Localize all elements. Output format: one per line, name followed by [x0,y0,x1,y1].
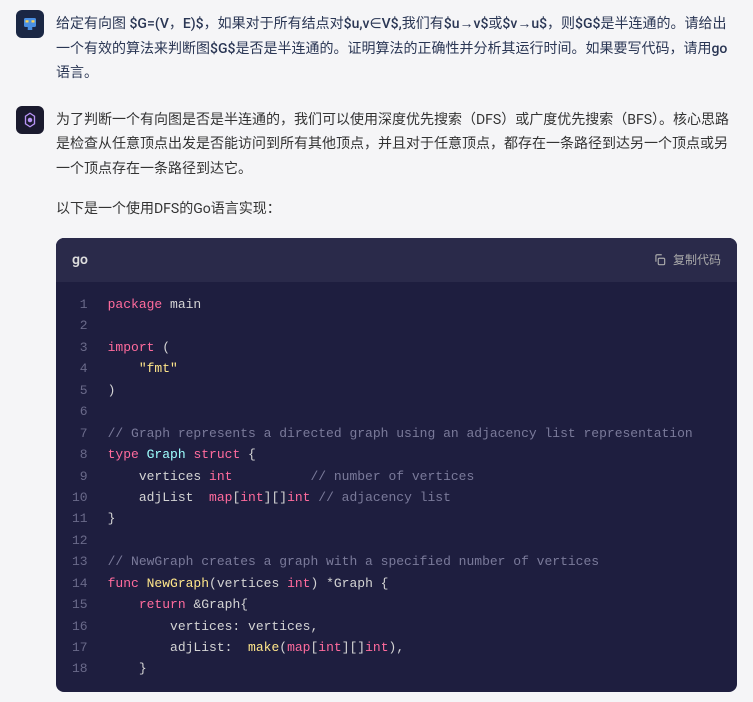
line-number: 17 [72,637,100,658]
line-number: 16 [72,616,100,637]
copy-icon [653,253,667,267]
code-line: vertices: vertices, [108,616,721,637]
user-message-row: 给定有向图 $G=(V，E)$，如果对于所有结点对$u,v∈V$,我们有$u→v… [0,0,753,96]
user-avatar-icon [21,15,39,33]
line-number: 9 [72,466,100,487]
code-line: adjList: make(map[int][]int), [108,637,721,658]
code-line: import ( [108,337,721,358]
line-number: 2 [72,315,100,336]
code-line: // Graph represents a directed graph usi… [108,423,721,444]
user-avatar [16,10,44,38]
code-line [108,401,721,422]
user-message-text: 给定有向图 $G=(V，E)$，如果对于所有结点对$u,v∈V$,我们有$u→v… [56,10,737,86]
line-number: 13 [72,551,100,572]
code-line: func NewGraph(vertices int) *Graph { [108,573,721,594]
code-body: 123456789101112131415161718 package main… [56,282,737,692]
code-content[interactable]: package main import ( "fmt") // Graph re… [100,282,737,692]
line-number: 15 [72,594,100,615]
code-line: "fmt" [108,358,721,379]
code-line: adjList map[int][]int // adjacency list [108,487,721,508]
code-line: type Graph struct { [108,444,721,465]
line-number: 6 [72,401,100,422]
ai-message-row: 为了判断一个有向图是否是半连通的，我们可以使用深度优先搜索（DFS）或广度优先搜… [0,96,753,702]
line-number: 14 [72,573,100,594]
code-block: go 复制代码 123456789101112131415161718 pack… [56,238,737,692]
code-line: vertices int // number of vertices [108,466,721,487]
ai-avatar-icon [21,111,39,129]
code-line [108,315,721,336]
code-gutter: 123456789101112131415161718 [56,282,100,692]
code-line [108,530,721,551]
line-number: 4 [72,358,100,379]
code-header: go 复制代码 [56,238,737,283]
line-number: 18 [72,658,100,679]
line-number: 11 [72,508,100,529]
line-number: 10 [72,487,100,508]
ai-paragraph-2: 以下是一个使用DFS的Go语言实现： [56,197,737,222]
code-language-label: go [72,248,88,273]
ai-paragraph-1: 为了判断一个有向图是否是半连通的，我们可以使用深度优先搜索（DFS）或广度优先搜… [56,108,737,182]
code-line: ) [108,380,721,401]
line-number: 3 [72,337,100,358]
line-number: 5 [72,380,100,401]
code-line: } [108,658,721,679]
code-line: } [108,508,721,529]
line-number: 1 [72,294,100,315]
code-line: return &Graph{ [108,594,721,615]
code-line: package main [108,294,721,315]
copy-button-label: 复制代码 [673,251,721,268]
ai-message-content: 为了判断一个有向图是否是半连通的，我们可以使用深度优先搜索（DFS）或广度优先搜… [56,106,737,692]
copy-code-button[interactable]: 复制代码 [653,251,721,268]
line-number: 12 [72,530,100,551]
ai-avatar [16,106,44,134]
code-line: // NewGraph creates a graph with a speci… [108,551,721,572]
line-number: 8 [72,444,100,465]
line-number: 7 [72,423,100,444]
